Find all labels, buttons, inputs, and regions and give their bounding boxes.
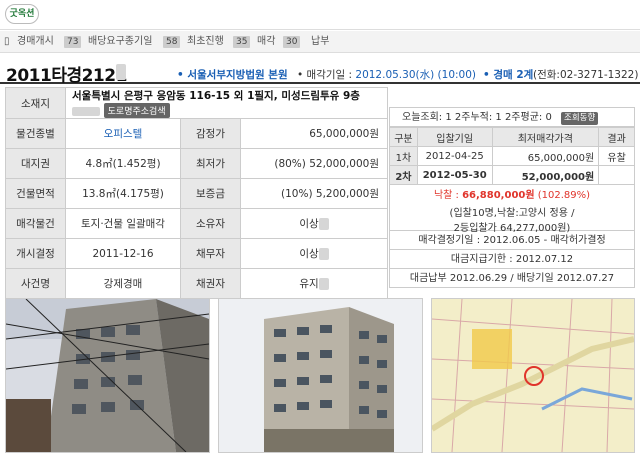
property-type: 오피스텔 (65, 118, 181, 149)
top-bar: 굿옥션 (0, 0, 640, 30)
creditor: 유지 (299, 278, 319, 290)
won-label: 낙찰 : (433, 190, 463, 201)
won-price: 66,880,000원 (462, 190, 535, 201)
deposit: (10%) 5,200,000원 (240, 178, 388, 209)
row-label: 채권자 (180, 268, 241, 299)
row-label: 건물면적 (5, 178, 66, 209)
bid-result: 유찰 (598, 146, 635, 166)
case-header: 2011타경2121 • 서울서부지방법원 본원 • 매각기일 : 2012.0… (0, 58, 640, 86)
building-photo-2-image (219, 299, 422, 452)
step-count: 30 (283, 36, 301, 48)
court-name[interactable]: • 서울서부지방법원 본원 (177, 67, 288, 82)
row-label: 물건종별 (5, 118, 66, 149)
step-label: 매각 (257, 36, 276, 47)
debtor: 이상 (299, 248, 319, 260)
sale-date-label: • 매각기일 : (297, 69, 356, 81)
redacted-block (72, 106, 100, 116)
col-header: 최저매각가격 (491, 127, 600, 147)
building-photo-2[interactable] (218, 298, 423, 453)
department-phone: (전화:02-3271-1322) (533, 69, 639, 81)
sale-object: 토지·건물 일괄매각 (65, 208, 181, 239)
table-row: 2차 2012-05-30 52,000,000원 (389, 165, 635, 185)
address-label: 소재지 (5, 87, 66, 119)
bid-history-table: 구분 입찰기일 최저매각가격 결과 1차 2012-04-25 65,000,0… (389, 127, 635, 185)
owner-cell: 이상 (240, 208, 388, 239)
logo-text: 굿옥션 (9, 9, 35, 19)
address-cell: 서울특별시 은평구 응암동 116-15 외 1필지, 미성드림투유 9층 도로… (65, 87, 388, 119)
goodauction-logo[interactable]: 굿옥션 (5, 4, 39, 24)
won-rate: (102.89%) (537, 190, 591, 201)
road-address-search-button[interactable]: 도로명주소검색 (103, 103, 170, 118)
step-count: 58 (163, 36, 181, 48)
debtor-cell: 이상 (240, 238, 388, 269)
payment-dividend: 대금납부 2012.06.29 / 배당기일 2012.07.27 (389, 269, 635, 288)
bidders-line: (입찰10명,낙찰:고양시 정용 / (390, 204, 634, 219)
step-label: 배당요구종기일 (88, 36, 153, 47)
progress-steps: ▯ 경매개시 73 배당요구종기일 58 최초진행 35 매각 30 납부 (0, 31, 640, 53)
row-label: 최저가 (180, 148, 241, 179)
bid-price: 65,000,000원 (491, 146, 600, 166)
view-counts: 오늘조회: 1 2주누적: 1 2주평균: 0 (402, 112, 552, 123)
creditor-cell: 유지 (240, 268, 388, 299)
round: 2차 (389, 165, 418, 185)
view-trend-button[interactable]: 조회동향 (561, 112, 599, 125)
case-number: 2011타경2121 (6, 66, 127, 86)
col-header: 결과 (598, 127, 635, 147)
view-stats: 오늘조회: 1 2주누적: 1 2주평균: 0 조회동향 (389, 107, 635, 127)
bidders-info: (입찰10명,낙찰:고양시 정용 / (449, 208, 575, 219)
table-row: 1차 2012-04-25 65,000,000원 유찰 (389, 146, 635, 166)
row-label: 매각물건 (5, 208, 66, 239)
bid-result (598, 165, 635, 185)
land-right: 4.8㎡(1.452평) (65, 148, 181, 179)
address-value: 서울특별시 은평구 응암동 116-15 외 1필지, 미성드림투유 9층 (72, 90, 360, 102)
payment-deadline: 대금지급기한 : 2012.07.12 (389, 250, 635, 269)
owner: 이상 (299, 218, 319, 230)
row-label: 채무자 (180, 238, 241, 269)
row-label: 대지권 (5, 148, 66, 179)
location-map[interactable] (430, 298, 635, 453)
winning-bid-box: 낙찰 : 66,880,000원 (102.89%) (입찰10명,낙찰:고양시… (389, 184, 635, 234)
step-count: 73 (64, 36, 82, 48)
court-department: • 경매 2계 (483, 69, 534, 81)
appraisal-value: 65,000,000원 (240, 118, 388, 149)
row-label: 개시결정 (5, 238, 66, 269)
row-label: 사건명 (5, 268, 66, 299)
redacted-block (318, 218, 329, 230)
row-label: 감정가 (180, 118, 241, 149)
step-label: 최초진행 (187, 36, 224, 47)
building-area: 13.8㎡(4.175평) (65, 178, 181, 209)
minimum-price: (80%) 52,000,000원 (240, 148, 388, 179)
bid-date: 2012-04-25 (416, 146, 493, 166)
location-map-image (430, 298, 635, 453)
sale-date: • 매각기일 : 2012.05.30(水) (10:00) (297, 67, 476, 82)
sale-date-value: 2012.05.30(水) (10:00) (355, 69, 476, 81)
step-label: 납부 (311, 36, 330, 47)
col-header: 구분 (389, 127, 418, 147)
auction-page: 굿옥션 ▯ 경매개시 73 배당요구종기일 58 최초진행 35 매각 30 납… (0, 0, 640, 457)
building-photo-1-image (5, 298, 210, 453)
bid-date: 2012-05-30 (416, 165, 493, 185)
row-label: 소유자 (180, 208, 241, 239)
bid-price: 52,000,000원 (491, 165, 600, 185)
redacted-block (318, 278, 329, 290)
redacted-block (116, 64, 126, 80)
step-count: 35 (233, 36, 251, 48)
building-photo-1[interactable] (5, 298, 210, 453)
row-label: 보증금 (180, 178, 241, 209)
redacted-block (318, 248, 329, 260)
case-type: 강제경매 (65, 268, 181, 299)
commencement-date: 2011-12-16 (65, 238, 181, 269)
property-info-table: 소재지 서울특별시 은평구 응암동 116-15 외 1필지, 미성드림투유 9… (5, 87, 388, 299)
winning-bid-line: 낙찰 : 66,880,000원 (102.89%) (390, 186, 634, 201)
step-label: 경매개시 (17, 36, 54, 47)
round: 1차 (389, 146, 418, 166)
step-icon: ▯ (4, 36, 10, 47)
sale-decision: 매각결정기일 : 2012.06.05 - 매각허가결정 (389, 231, 635, 250)
col-header: 입찰기일 (416, 127, 493, 147)
